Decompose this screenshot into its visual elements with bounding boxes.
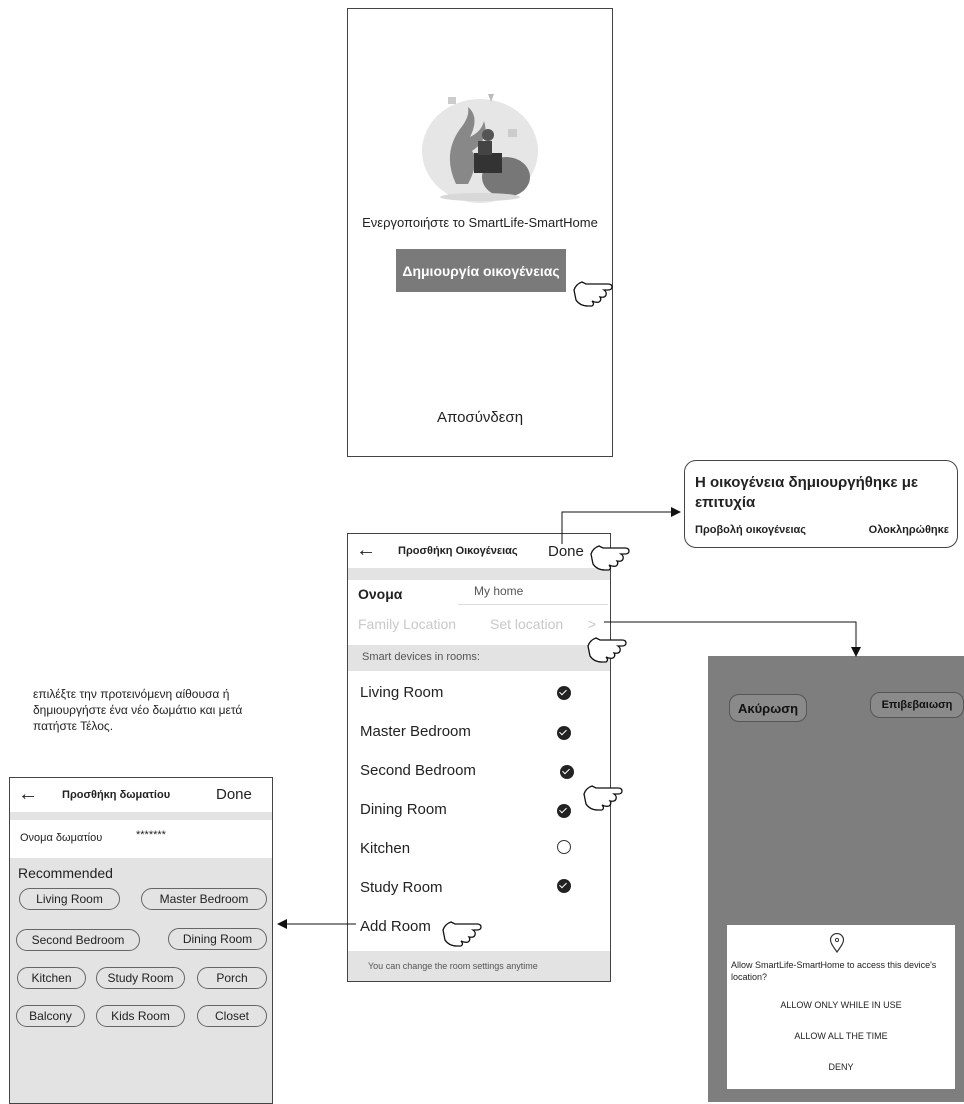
- room-checkbox-dining-room[interactable]: [557, 804, 571, 818]
- family-location-label: Family Location: [358, 616, 457, 632]
- connector-arrow-location: [604, 621, 861, 657]
- header: ← Προσθήκη Οικογένειας Done: [348, 534, 610, 568]
- family-name-field[interactable]: My home: [474, 584, 523, 598]
- room-checkbox-second-bedroom[interactable]: [560, 765, 574, 779]
- room-name-field[interactable]: *******: [136, 829, 166, 841]
- setup-screen: Ενεργοποιήστε το SmartLife-SmartHome Δημ…: [347, 8, 613, 457]
- room-chip[interactable]: Closet: [197, 1005, 267, 1027]
- done-button[interactable]: Done: [548, 543, 584, 560]
- view-family-button[interactable]: Προβολή οικογένειας: [695, 524, 806, 536]
- room-label: Living Room: [360, 684, 444, 701]
- arrow-left-icon[interactable]: ←: [356, 539, 376, 562]
- room-label: Master Bedroom: [360, 723, 471, 740]
- room-checkbox-study-room[interactable]: [557, 879, 571, 893]
- arrow-left-icon[interactable]: ←: [18, 783, 38, 806]
- room-label: Dining Room: [360, 801, 447, 818]
- permission-question: Allow SmartLife-SmartHome to access this…: [731, 960, 937, 982]
- family-created-popup: Η οικογένεια δημιουργήθηκε με επιτυχία Π…: [684, 460, 958, 548]
- room-checkbox-living-room[interactable]: [557, 686, 571, 700]
- popup-title: Η οικογένεια δημιουργήθηκε με επιτυχία: [695, 474, 918, 511]
- room-name-row: Ονομα δωματίου *******: [10, 820, 272, 858]
- logout-link[interactable]: Αποσύνδεση: [348, 409, 612, 426]
- page-title: Προσθήκη Οικογένειας: [398, 545, 518, 557]
- set-location-button[interactable]: Set location: [490, 616, 563, 632]
- room-chip[interactable]: Dining Room: [168, 928, 267, 950]
- room-checkbox-kitchen[interactable]: [557, 840, 571, 854]
- divider: [348, 568, 610, 580]
- permission-dialog: Allow SmartLife-SmartHome to access this…: [727, 925, 955, 1089]
- room-checkbox-master-bedroom[interactable]: [557, 726, 571, 740]
- add-family-screen: ← Προσθήκη Οικογένειας Done Ονομα My hom…: [347, 533, 611, 982]
- footer-note: You can change the room settings anytime: [368, 961, 538, 971]
- divider: [458, 604, 608, 605]
- family-illustration: [422, 94, 538, 203]
- room-chip[interactable]: Second Bedroom: [16, 929, 140, 951]
- allow-all-the-time-button[interactable]: ALLOW ALL THE TIME: [727, 1031, 955, 1041]
- room-chip[interactable]: Master Bedroom: [141, 888, 267, 910]
- room-label: Kitchen: [360, 840, 411, 857]
- chevron-right-icon[interactable]: >: [588, 616, 596, 632]
- room-chip[interactable]: Study Room: [96, 967, 185, 989]
- add-room-button[interactable]: Add Room: [360, 918, 431, 935]
- room-chip[interactable]: Living Room: [19, 888, 120, 910]
- room-chip[interactable]: Porch: [197, 967, 267, 989]
- activate-text: Ενεργοποιήστε το SmartLife-SmartHome: [362, 215, 598, 230]
- page-title: Προσθήκη δωματίου: [62, 789, 171, 801]
- add-room-screen: ← Προσθήκη δωματίου Done Ονομα δωματίου …: [9, 777, 273, 1104]
- confirm-button[interactable]: Επιβεβαιωση: [870, 692, 964, 718]
- room-label: Second Bedroom: [360, 762, 476, 779]
- create-family-button[interactable]: Δημιουργία οικογένειας: [396, 249, 566, 292]
- rooms-header-text: Smart devices in rooms:: [362, 651, 480, 663]
- completed-button[interactable]: Ολοκληρώθηκε: [869, 524, 949, 536]
- room-name-label: Ονομα δωματίου: [20, 832, 103, 844]
- room-chip[interactable]: Balcony: [16, 1005, 85, 1027]
- header: ← Προσθήκη δωματίου Done: [10, 778, 272, 812]
- footer-note-bar: You can change the room settings anytime: [348, 951, 610, 981]
- recommended-label: Recommended: [18, 865, 113, 881]
- cancel-button[interactable]: Ακύρωση: [729, 694, 807, 722]
- deny-button[interactable]: DENY: [727, 1062, 955, 1072]
- rooms-section-header: Smart devices in rooms:: [348, 645, 610, 671]
- location-permission-screen: Ακύρωση Επιβεβαιωση Allow SmartLife-Smar…: [708, 656, 964, 1102]
- room-chip[interactable]: Kids Room: [96, 1005, 185, 1027]
- done-button[interactable]: Done: [216, 786, 252, 803]
- room-chip[interactable]: Kitchen: [17, 967, 86, 989]
- room-label: Study Room: [360, 879, 443, 896]
- name-label: Ονομα: [358, 586, 403, 602]
- divider: [10, 812, 272, 820]
- instructions-text: επιλέξτε την προτεινόμενη αίθουσα ή δημι…: [33, 687, 243, 733]
- location-pin-icon: [829, 933, 845, 953]
- allow-while-in-use-button[interactable]: ALLOW ONLY WHILE IN USE: [727, 1000, 955, 1010]
